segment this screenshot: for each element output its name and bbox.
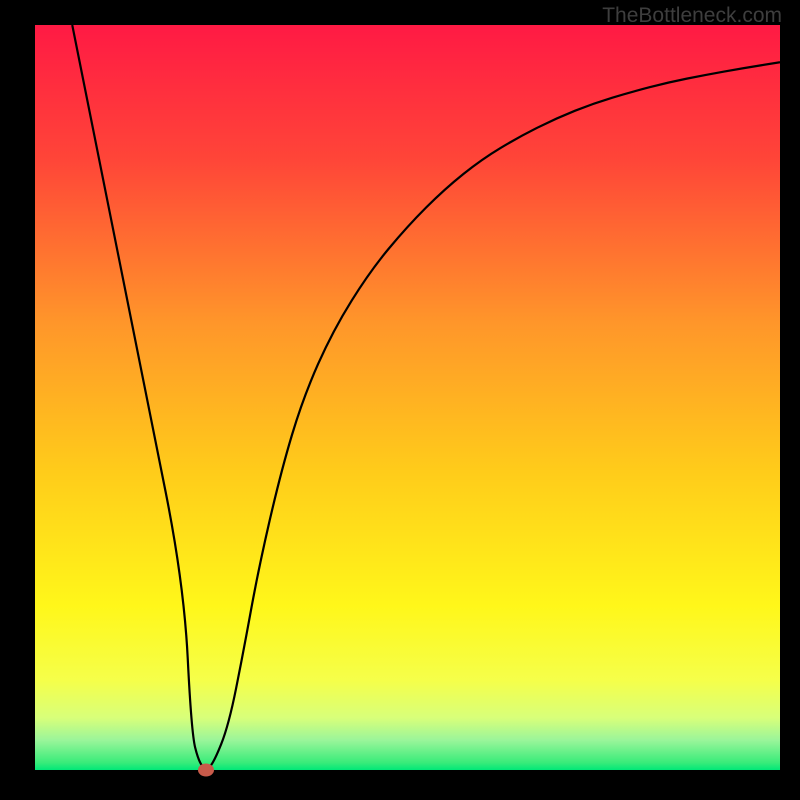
curve-line [35,25,780,770]
plot-area [35,25,780,770]
marker-dot [198,764,214,777]
watermark-text: TheBottleneck.com [602,4,782,28]
